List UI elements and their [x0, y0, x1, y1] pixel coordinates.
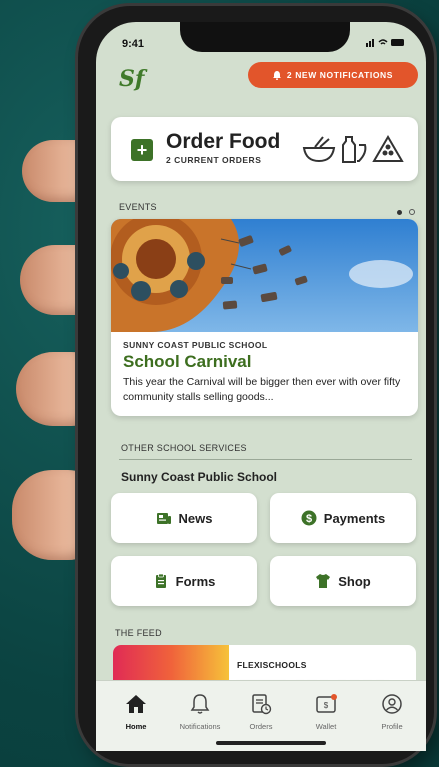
status-time: 9:41	[122, 38, 145, 50]
section-divider	[119, 459, 412, 460]
food-icons	[302, 135, 404, 163]
tab-wallet-label: Wallet	[315, 722, 337, 731]
notifications-label: 2 NEW NOTIFICATIONS	[286, 70, 394, 80]
svg-text:$: $	[306, 513, 312, 525]
bowl-icon	[302, 136, 336, 163]
bell-icon	[190, 694, 210, 714]
feed-brand: FLEXISCHOOLS	[237, 660, 307, 670]
tab-wallet[interactable]: $ Wallet	[296, 693, 356, 731]
shirt-icon	[316, 574, 331, 588]
event-title: School Carnival	[123, 352, 252, 371]
notifications-banner[interactable]: 2 NEW NOTIFICATIONS	[248, 62, 418, 88]
tab-profile[interactable]: Profile	[362, 693, 422, 731]
plus-icon: +	[131, 139, 153, 161]
school-name: Sunny Coast Public School	[121, 470, 278, 484]
forms-button[interactable]: Forms	[111, 556, 257, 606]
forms-label: Forms	[175, 573, 216, 589]
feed-section-label: THE FEED	[115, 628, 162, 638]
shop-label: Shop	[338, 573, 371, 589]
order-food-title: Order Food	[166, 130, 281, 153]
news-label: News	[178, 510, 213, 526]
bell-icon	[272, 70, 281, 80]
tab-notifications-label: Notifications	[179, 722, 221, 731]
tab-notifications[interactable]: Notifications	[170, 693, 230, 731]
forms-icon	[155, 573, 166, 588]
orders-icon	[252, 694, 272, 715]
news-icon	[156, 513, 171, 524]
tab-profile-label: Profile	[381, 722, 403, 731]
wallet-icon: $	[316, 694, 337, 713]
event-description: This year the Carnival will be bigger th…	[123, 376, 401, 403]
tab-orders-label: Orders	[249, 722, 273, 731]
tab-home-label: Home	[125, 722, 147, 731]
news-button[interactable]: News	[111, 493, 257, 543]
watermelon-icon	[372, 135, 404, 162]
home-indicator	[216, 741, 326, 745]
status-icons	[366, 37, 406, 50]
app-logo: Sf	[119, 66, 145, 92]
event-school-name: SUNNY COAST PUBLIC SCHOOL	[123, 340, 268, 350]
events-section-label: EVENTS	[119, 202, 157, 212]
profile-icon	[382, 694, 402, 714]
phone-notch	[180, 22, 350, 52]
payments-label: Payments	[323, 510, 386, 526]
carousel-dot[interactable]	[409, 209, 416, 215]
payments-button[interactable]: $ Payments	[270, 493, 416, 543]
current-orders-count: 2 CURRENT ORDERS	[166, 155, 262, 165]
tab-orders[interactable]: Orders	[231, 693, 291, 731]
shop-button[interactable]: Shop	[270, 556, 416, 606]
tab-home[interactable]: Home	[106, 693, 166, 731]
carousel-dots[interactable]	[394, 202, 416, 220]
payments-icon: $	[301, 510, 317, 526]
svg-text:$: $	[324, 701, 329, 710]
drink-icon	[342, 136, 367, 163]
order-food-card[interactable]: + Order Food 2 CURRENT ORDERS	[111, 117, 418, 181]
event-card[interactable]: SUNNY COAST PUBLIC SCHOOL School Carniva…	[111, 219, 418, 416]
home-icon	[126, 695, 146, 713]
carnival-image	[111, 219, 418, 332]
other-services-label: OTHER SCHOOL SERVICES	[121, 443, 247, 453]
carousel-dot-active[interactable]	[397, 210, 402, 215]
